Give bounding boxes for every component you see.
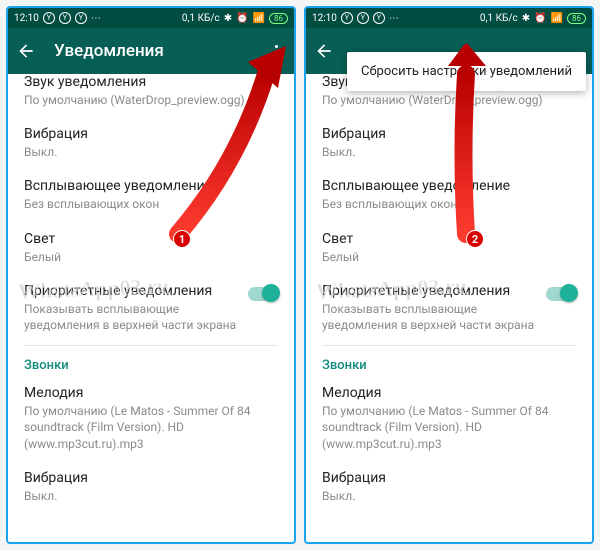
section-header-calls: Звонки — [24, 348, 278, 375]
status-icon: Y — [373, 12, 385, 24]
signal-icon: 📶 — [551, 13, 563, 24]
alarm-icon: ⏰ — [534, 13, 546, 24]
row-light[interactable]: Свет Белый — [24, 221, 278, 273]
row-vibration-calls[interactable]: Вибрация Выкл. — [322, 460, 576, 512]
row-label: Свет — [322, 231, 576, 247]
overflow-menu-button[interactable] — [266, 41, 286, 61]
status-icon: Y — [59, 12, 71, 24]
row-label: Всплывающее уведомление — [24, 178, 278, 194]
row-label: Мелодия — [322, 385, 576, 401]
row-sub: По умолчанию (Le Matos - Summer Of 84 so… — [24, 403, 278, 452]
row-priority-notifications[interactable]: Приоритетные уведомления Показывать вспл… — [322, 273, 576, 341]
status-bar: 12:10 Y Y Y ⋯ 0,1 КБ/с ✱ ⏰ 📶 86 — [8, 8, 294, 28]
row-vibration-calls[interactable]: Вибрация Выкл. — [24, 460, 278, 512]
divider — [24, 345, 278, 346]
status-icon: Y — [75, 12, 87, 24]
phone-right: 12:10 Y Y Y ⋯ 0,1 КБ/с ✱ ⏰ 📶 86 Сбросить… — [304, 6, 594, 544]
app-bar: Сбросить настройки уведомлений — [306, 28, 592, 74]
row-vibration[interactable]: Вибрация Выкл. — [24, 116, 278, 168]
phone-left: 12:10 Y Y Y ⋯ 0,1 КБ/с ✱ ⏰ 📶 86 Уведомле… — [6, 6, 296, 544]
status-icon: Y — [43, 12, 55, 24]
divider — [322, 345, 576, 346]
row-vibration[interactable]: Вибрация Выкл. — [322, 116, 576, 168]
settings-list: Звук уведомления По умолчанию (WaterDrop… — [8, 74, 294, 542]
priority-toggle[interactable] — [546, 287, 576, 301]
row-sub: Выкл. — [322, 144, 576, 160]
bluetooth-icon: ✱ — [522, 13, 530, 24]
row-sub: По умолчанию (Le Matos - Summer Of 84 so… — [322, 403, 576, 452]
row-label: Вибрация — [322, 126, 576, 142]
row-sub: Выкл. — [322, 488, 576, 504]
status-time: 12:10 — [312, 13, 337, 24]
menu-popup-reset[interactable]: Сбросить настройки уведомлений — [347, 52, 586, 91]
battery-icon: 86 — [567, 13, 586, 24]
row-sub: Показывать всплывающие уведомления в вер… — [24, 301, 238, 333]
bluetooth-icon: ✱ — [224, 13, 232, 24]
annotation-badge-2: 2 — [466, 230, 484, 248]
row-label: Вибрация — [24, 126, 278, 142]
status-icon: Y — [357, 12, 369, 24]
app-bar: Уведомления — [8, 28, 294, 74]
row-sub: Без всплывающих окон — [24, 196, 278, 212]
page-title: Уведомления — [54, 41, 164, 61]
row-sub: Без всплывающих окон — [322, 196, 576, 212]
row-ringtone[interactable]: Мелодия По умолчанию (Le Matos - Summer … — [24, 375, 278, 460]
signal-icon: 📶 — [253, 13, 265, 24]
status-time: 12:10 — [14, 13, 39, 24]
status-ellipsis: ⋯ — [91, 13, 101, 24]
annotation-badge-1: 1 — [173, 230, 191, 248]
status-ellipsis: ⋯ — [389, 13, 399, 24]
row-sub: Выкл. — [24, 488, 278, 504]
row-light[interactable]: Свет Белый — [322, 221, 576, 273]
back-icon[interactable] — [16, 41, 36, 61]
row-label: Мелодия — [24, 385, 278, 401]
row-sub: Показывать всплывающие уведомления в вер… — [322, 301, 536, 333]
alarm-icon: ⏰ — [236, 13, 248, 24]
row-label: Вибрация — [322, 470, 576, 486]
back-icon[interactable] — [314, 41, 334, 61]
section-header-calls: Звонки — [322, 348, 576, 375]
row-popup-notification[interactable]: Всплывающее уведомление Без всплывающих … — [24, 168, 278, 220]
status-bar: 12:10 Y Y Y ⋯ 0,1 КБ/с ✱ ⏰ 📶 86 — [306, 8, 592, 28]
row-sub: По умолчанию (WaterDrop_preview.ogg) — [24, 92, 278, 108]
priority-toggle[interactable] — [248, 287, 278, 301]
row-sub: По умолчанию (WaterDrop_preview.ogg) — [322, 92, 576, 108]
row-label: Приоритетные уведомления — [322, 283, 536, 299]
status-net-speed: 0,1 КБ/с — [182, 13, 220, 24]
row-sub: Выкл. — [24, 144, 278, 160]
row-sub: Белый — [24, 249, 278, 265]
row-label: Свет — [24, 231, 278, 247]
battery-icon: 86 — [269, 13, 288, 24]
status-icon: Y — [341, 12, 353, 24]
row-label: Всплывающее уведомление — [322, 178, 576, 194]
row-label: Приоритетные уведомления — [24, 283, 238, 299]
row-notification-sound[interactable]: Звук уведомления По умолчанию (WaterDrop… — [24, 74, 278, 116]
settings-list: Звук уведомления По умолчанию (WaterDrop… — [306, 74, 592, 542]
row-sub: Белый — [322, 249, 576, 265]
row-ringtone[interactable]: Мелодия По умолчанию (Le Matos - Summer … — [322, 375, 576, 460]
row-priority-notifications[interactable]: Приоритетные уведомления Показывать вспл… — [24, 273, 278, 341]
row-popup-notification[interactable]: Всплывающее уведомление Без всплывающих … — [322, 168, 576, 220]
row-label: Вибрация — [24, 470, 278, 486]
row-label: Звук уведомления — [24, 74, 278, 90]
status-net-speed: 0,1 КБ/с — [480, 13, 518, 24]
